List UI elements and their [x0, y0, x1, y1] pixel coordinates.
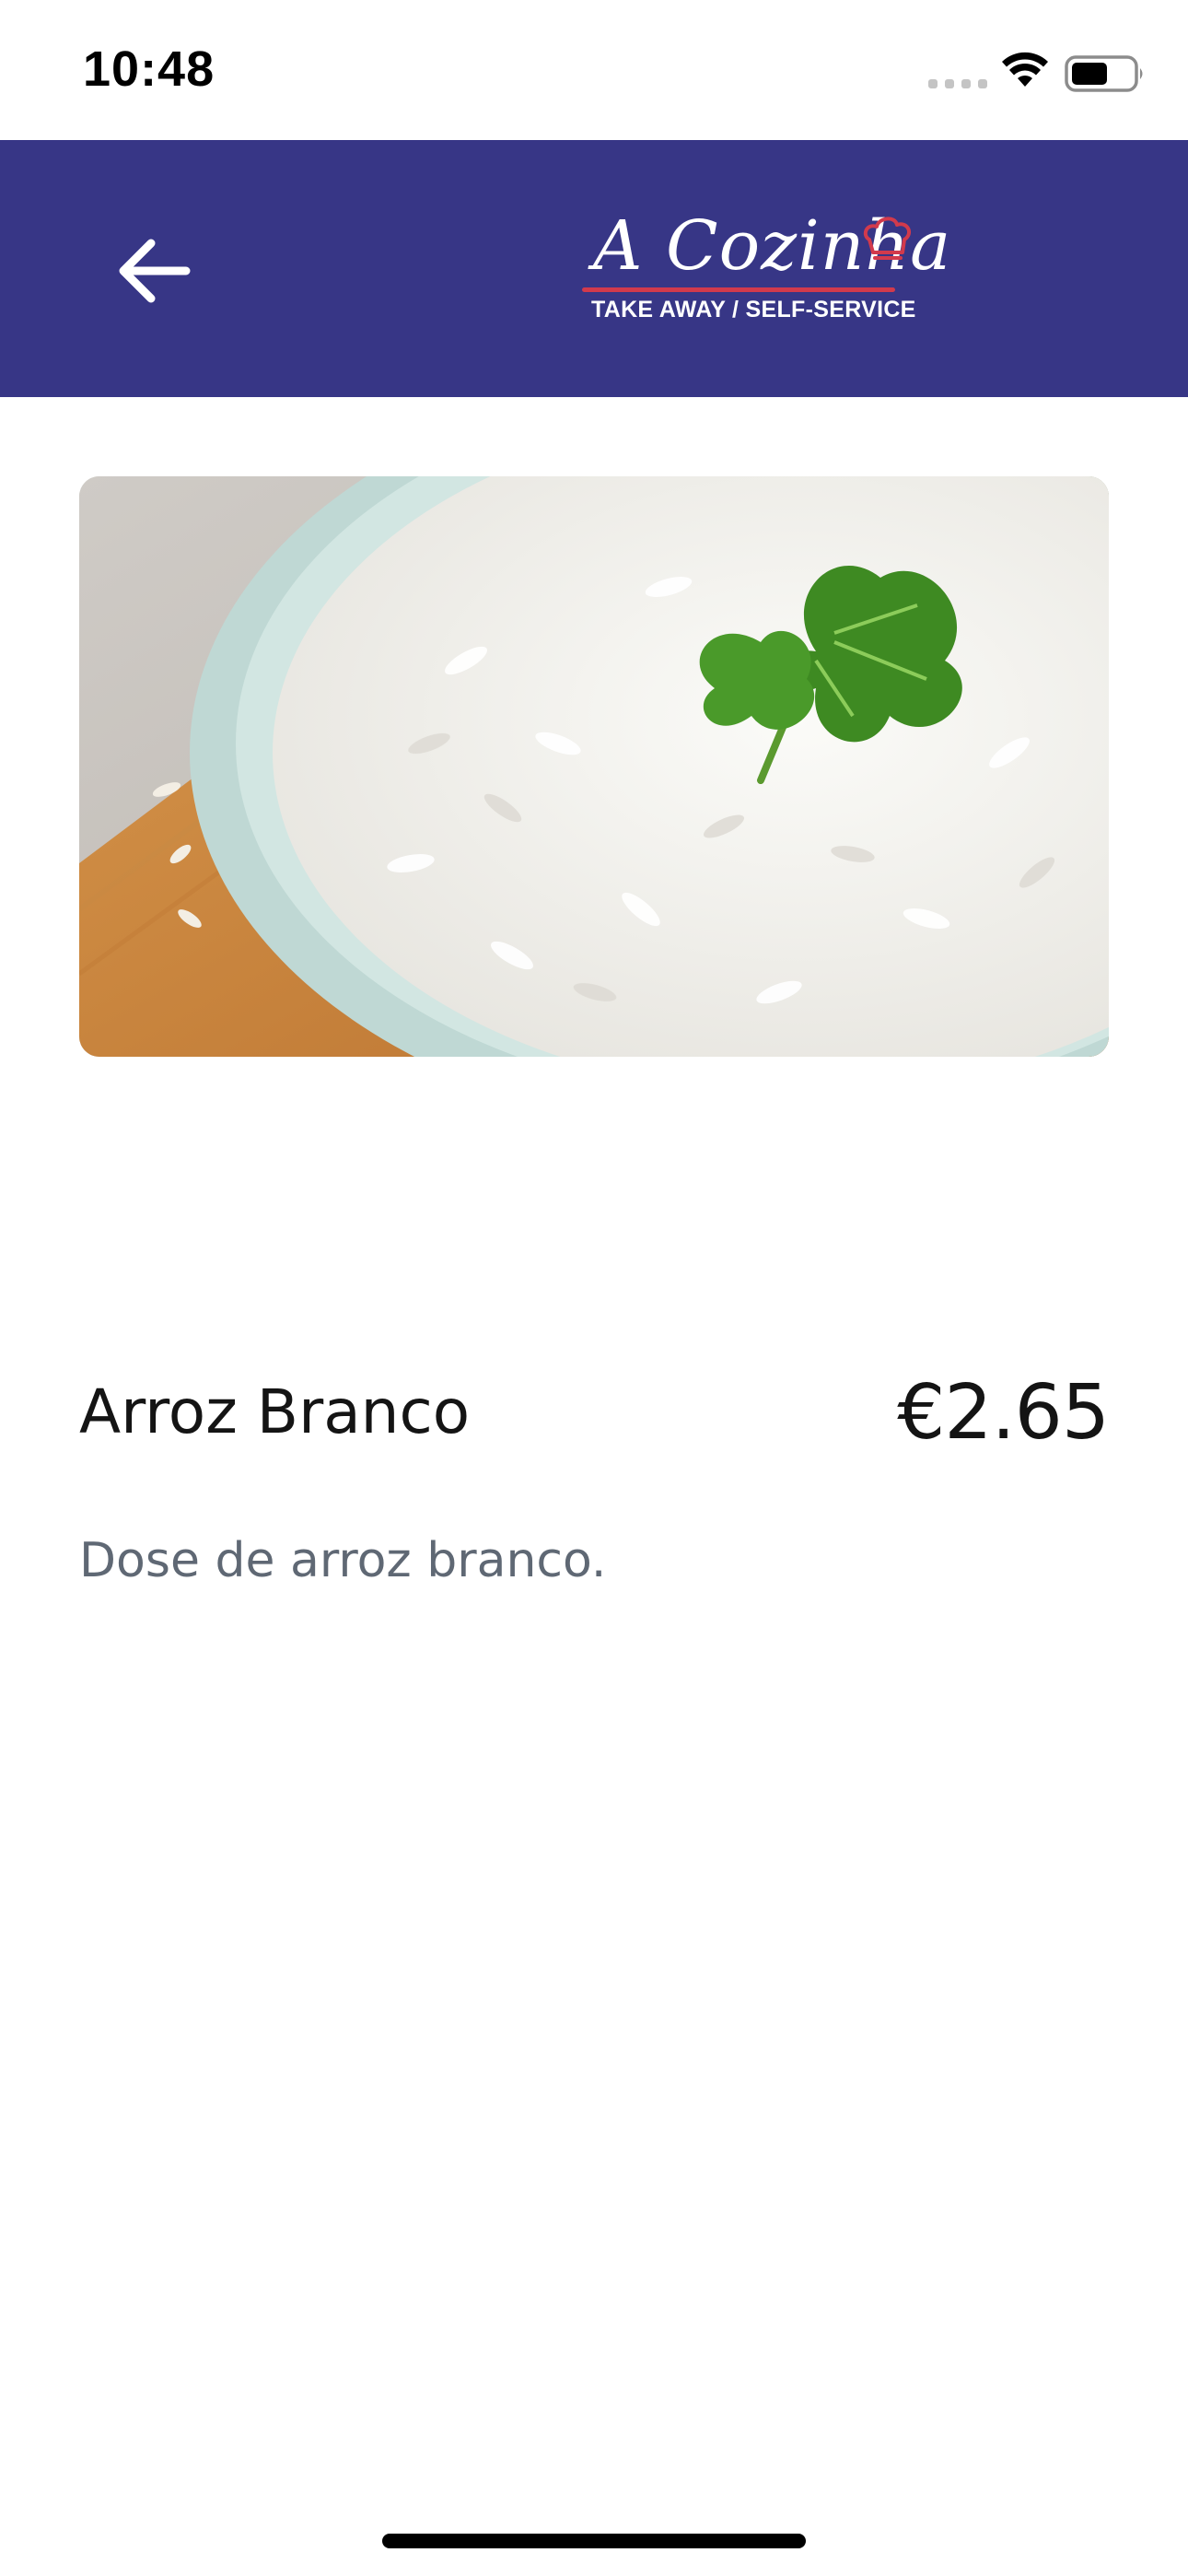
product-description: Dose de arroz branco.: [79, 1533, 607, 1588]
product-image: [79, 476, 1109, 1057]
app-logo: A Cozinha TAKE AWAY / SELF-SERVICE: [575, 206, 950, 322]
app-header: A Cozinha TAKE AWAY / SELF-SERVICE: [0, 140, 1188, 397]
product-price: €2.65: [897, 1369, 1110, 1457]
status-bar: 10:48: [0, 0, 1188, 140]
logo-underline: [582, 287, 895, 292]
chef-hat-icon: [863, 217, 912, 260]
home-indicator[interactable]: [382, 2534, 806, 2548]
signal-icon: [928, 79, 987, 88]
back-button[interactable]: [99, 216, 210, 326]
product-name: Arroz Branco: [79, 1376, 471, 1447]
logo-subtitle: TAKE AWAY / SELF-SERVICE: [591, 297, 916, 322]
battery-icon: [1065, 55, 1143, 92]
status-time: 10:48: [83, 41, 215, 97]
wifi-icon: [1002, 52, 1048, 87]
rice-bowl-illustration: [79, 476, 1109, 1057]
arrow-left-icon: [119, 239, 191, 303]
